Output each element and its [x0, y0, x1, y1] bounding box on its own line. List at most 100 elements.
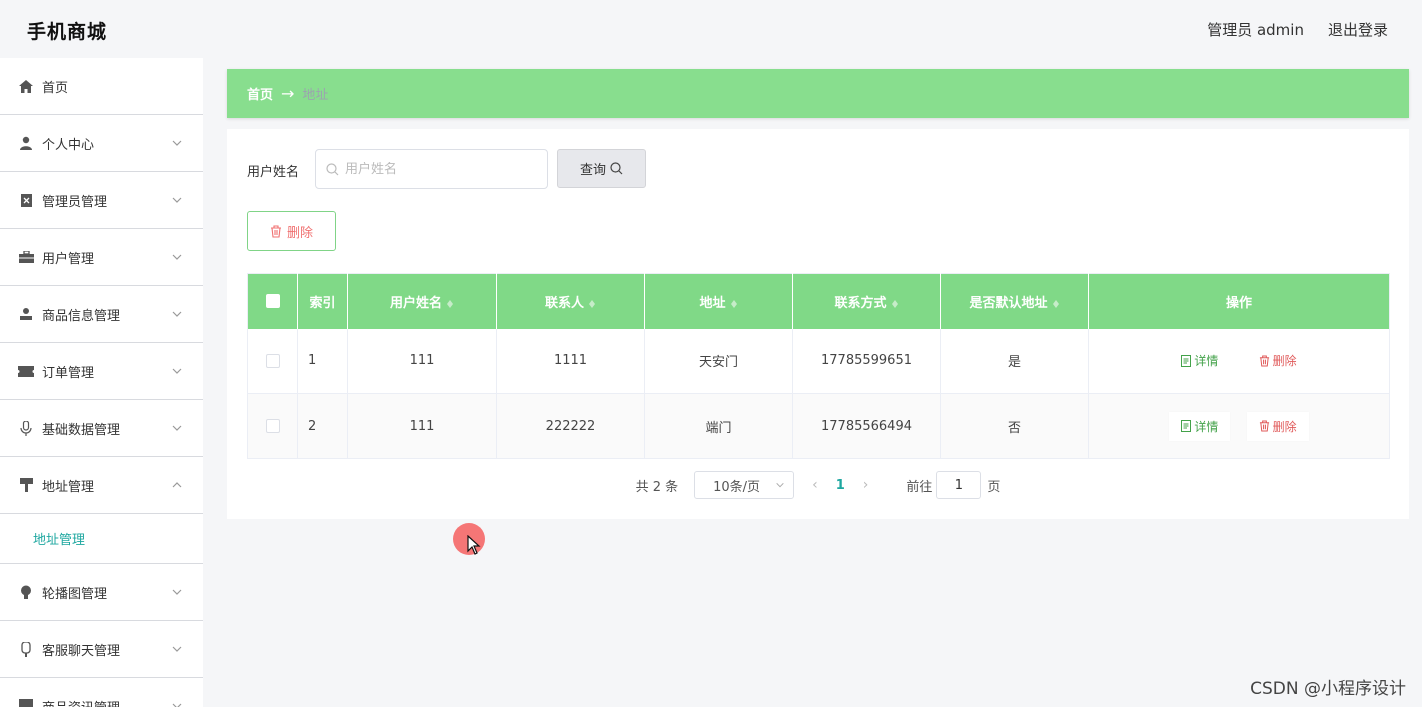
app-title: 手机商城 — [27, 21, 108, 43]
sidebar-item-user-management[interactable]: 用户管理 — [0, 229, 203, 286]
cell-user-name: 111 — [347, 393, 497, 459]
briefcase-icon — [18, 249, 34, 265]
row-delete-button[interactable]: 删除 — [1246, 411, 1309, 441]
detail-label: 详情 — [1194, 419, 1219, 434]
detail-button[interactable]: 详情 — [1169, 411, 1231, 441]
logout-link[interactable]: 退出登录 — [1328, 19, 1388, 40]
column-header-contact[interactable]: 联系人 — [496, 273, 645, 329]
sort-icon[interactable] — [1052, 297, 1060, 309]
page-suffix: 页 — [987, 479, 1001, 495]
table-row: 1 111 1111 天安门 17785599651 是 详情 删除 — [247, 328, 1390, 394]
admin-user-label[interactable]: 管理员 admin — [1207, 19, 1304, 40]
cell-default: 否 — [940, 393, 1089, 459]
trash-icon — [270, 224, 281, 238]
trash-icon — [1259, 355, 1269, 367]
sidebar-item-carousel[interactable]: 轮播图管理 — [0, 564, 203, 621]
bulb-icon — [18, 584, 34, 600]
mic-icon — [18, 641, 34, 657]
prev-page-button[interactable]: ‹ — [812, 477, 818, 493]
sidebar-item-basic-data[interactable]: 基础数据管理 — [0, 400, 203, 457]
chevron-down-icon — [172, 368, 182, 374]
detail-label: 详情 — [1194, 354, 1219, 369]
column-header-phone[interactable]: 联系方式 — [792, 273, 941, 329]
document-icon — [1181, 354, 1192, 367]
trash-icon — [1259, 420, 1269, 432]
top-bar: 手机商城 管理员 admin 退出登录 — [0, 0, 1422, 58]
sidebar-item-label: 轮播图管理 — [42, 586, 108, 602]
address-table: 索引 用户姓名 联系人 地址 联系方式 是否默认地址 操作 1 111 1111… — [247, 273, 1390, 459]
microphone-icon — [18, 420, 34, 436]
sidebar-item-product-news[interactable]: 商品资讯管理 — [0, 678, 203, 707]
sidebar-item-address-management[interactable]: 地址管理 — [0, 457, 203, 514]
column-header-label: 地址 — [699, 295, 726, 311]
column-header-user-name[interactable]: 用户姓名 — [347, 273, 497, 329]
sort-icon[interactable] — [446, 297, 454, 309]
cell-actions: 详情 删除 — [1088, 328, 1390, 394]
row-checkbox[interactable] — [265, 419, 280, 433]
column-header-default[interactable]: 是否默认地址 — [940, 273, 1089, 329]
sidebar-item-product-info[interactable]: 商品信息管理 — [0, 286, 203, 343]
row-delete-button[interactable]: 删除 — [1247, 346, 1309, 375]
sidebar-item-label: 用户管理 — [42, 251, 95, 267]
user-icon — [18, 135, 34, 151]
sidebar-item-label: 管理员管理 — [42, 194, 108, 210]
sidebar-item-admin-management[interactable]: 管理员管理 — [0, 172, 203, 229]
ticket-icon — [18, 363, 34, 379]
search-icon — [326, 162, 339, 175]
cell-default: 是 — [940, 328, 1089, 394]
search-icon — [610, 162, 623, 175]
batch-delete-button[interactable]: 删除 — [247, 211, 336, 251]
cell-index: 2 — [297, 393, 348, 459]
chevron-down-icon — [776, 482, 784, 488]
search-field[interactable] — [315, 149, 548, 189]
select-all-cell — [247, 273, 298, 329]
search-input[interactable] — [345, 161, 535, 177]
sidebar-item-home[interactable]: 首页 — [0, 58, 203, 115]
column-header-label: 联系人 — [544, 295, 584, 311]
page-number-current[interactable]: 1 — [836, 478, 845, 493]
select-all-checkbox[interactable] — [265, 294, 280, 309]
sidebar-item-label: 地址管理 — [42, 479, 95, 495]
chevron-up-icon — [172, 482, 182, 488]
breadcrumb: 首页 → 地址 — [227, 69, 1409, 118]
batch-delete-label: 删除 — [286, 225, 313, 241]
sidebar-item-label: 个人中心 — [42, 137, 95, 153]
cell-address: 天安门 — [644, 328, 793, 394]
detail-button[interactable]: 详情 — [1169, 346, 1230, 375]
page-size-value: 10条/页 — [713, 479, 761, 495]
next-page-button[interactable]: › — [863, 477, 869, 493]
breadcrumb-current: 地址 — [302, 88, 329, 103]
breadcrumb-home[interactable]: 首页 — [247, 84, 273, 103]
row-delete-label: 删除 — [1272, 354, 1297, 369]
sidebar-item-personal-center[interactable]: 个人中心 — [0, 115, 203, 172]
sort-icon[interactable] — [588, 297, 596, 309]
sidebar-item-customer-chat[interactable]: 客服聊天管理 — [0, 621, 203, 678]
chevron-down-icon — [172, 254, 182, 260]
sidebar-subitem-address-management[interactable]: 地址管理 — [0, 514, 203, 564]
pin-icon — [18, 477, 34, 493]
news-icon — [18, 698, 34, 707]
header-actions: 管理员 admin 退出登录 — [1207, 19, 1388, 40]
pagination: 共 2 条 10条/页 ‹ 1 › 前往 1 页 — [227, 471, 1409, 499]
sidebar-item-label: 基础数据管理 — [42, 422, 121, 438]
sidebar-item-label: 商品信息管理 — [42, 308, 121, 324]
sort-icon[interactable] — [891, 297, 899, 309]
column-header-address[interactable]: 地址 — [644, 273, 793, 329]
search-label: 用户姓名 — [247, 165, 300, 180]
sidebar-item-label: 客服聊天管理 — [42, 643, 121, 659]
cell-actions: 详情 删除 — [1088, 393, 1390, 459]
sidebar-item-label: 首页 — [42, 80, 69, 96]
cell-contact: 1111 — [496, 328, 645, 394]
chevron-down-icon — [172, 589, 182, 595]
goto-page-input[interactable]: 1 — [936, 471, 982, 499]
column-header-label: 是否默认地址 — [969, 295, 1048, 311]
column-header-label: 用户姓名 — [389, 295, 442, 311]
chevron-down-icon — [172, 703, 182, 707]
page-size-select[interactable]: 10条/页 — [694, 471, 795, 499]
sidebar-item-order-management[interactable]: 订单管理 — [0, 343, 203, 400]
row-checkbox[interactable] — [265, 353, 280, 368]
query-button[interactable]: 查询 — [557, 149, 646, 188]
sort-icon[interactable] — [730, 297, 738, 309]
column-header-label: 索引 — [309, 295, 336, 311]
column-header-label: 操作 — [1225, 295, 1252, 311]
